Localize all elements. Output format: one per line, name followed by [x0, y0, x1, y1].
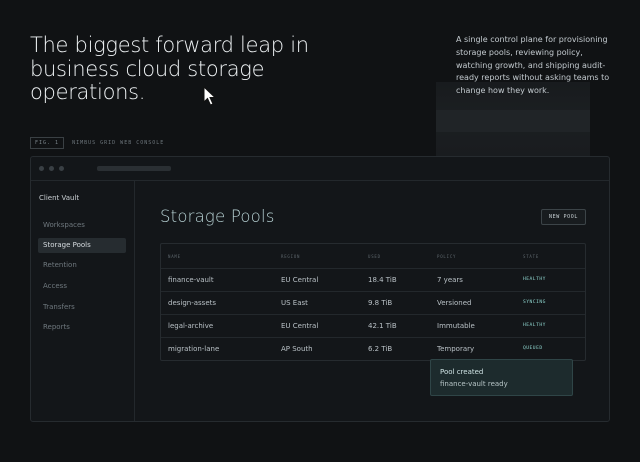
table-row[interactable]: finance-vault EU Central 18.4 TiB 7 year… [161, 268, 585, 291]
hero-title: The biggest forward leap in business clo… [30, 33, 309, 104]
pool-policy: Temporary [437, 345, 475, 353]
toast-title: Pool created [440, 368, 484, 376]
figure-tag: FIG. 1 [30, 137, 65, 149]
pool-region: AP South [281, 345, 313, 353]
storage-pools-table: NAME REGION USED POLICY STATE finance-va… [160, 243, 586, 361]
window-dot-icon [49, 166, 54, 171]
sidebar-item-reports[interactable]: Reports [38, 320, 126, 335]
table-row[interactable]: design-assets US East 9.8 TiB Versioned … [161, 291, 585, 314]
window-titlebar [31, 157, 609, 181]
page-title: Storage Pools [160, 207, 275, 226]
background-blur-band [436, 110, 590, 132]
sidebar-item-transfers[interactable]: Transfers [38, 300, 126, 315]
column-header-used[interactable]: USED [368, 254, 381, 259]
sidebar-item-access[interactable]: Access [38, 279, 126, 294]
pool-policy: Versioned [437, 299, 472, 307]
status-badge: QUEUED [523, 346, 543, 351]
status-badge: HEALTHY [523, 277, 546, 282]
toast-notification[interactable]: Pool created finance-vault ready [430, 359, 573, 396]
sidebar-item-storage-pools[interactable]: Storage Pools [38, 238, 126, 253]
column-header-name[interactable]: NAME [168, 254, 181, 259]
pool-name: migration-lane [168, 345, 220, 353]
table-row[interactable]: migration-lane AP South 6.2 TiB Temporar… [161, 337, 585, 360]
figure-label: NIMBUS GRID WEB CONSOLE [72, 140, 165, 146]
window-dot-icon [39, 166, 44, 171]
pool-region: EU Central [281, 276, 319, 284]
pool-name: finance-vault [168, 276, 214, 284]
figure-caption: FIG. 1 NIMBUS GRID WEB CONSOLE [30, 137, 164, 149]
toast-message: finance-vault ready [440, 380, 508, 388]
table-header: NAME REGION USED POLICY STATE [161, 244, 585, 268]
column-header-region[interactable]: REGION [281, 254, 300, 259]
column-header-policy[interactable]: POLICY [437, 254, 456, 259]
console-window: Client Vault Workspaces Storage Pools Re… [30, 156, 610, 422]
pool-used: 6.2 TiB [368, 345, 393, 353]
status-badge: SYNCING [523, 300, 546, 305]
pool-policy: Immutable [437, 322, 475, 330]
sidebar-item-retention[interactable]: Retention [38, 258, 126, 273]
window-dot-icon [59, 166, 64, 171]
column-header-state[interactable]: STATE [523, 254, 539, 259]
mouse-pointer-icon [203, 86, 217, 106]
address-bar[interactable] [97, 166, 171, 171]
pool-region: EU Central [281, 322, 319, 330]
hero-description: A single control plane for provisioning … [456, 35, 610, 96]
pool-used: 9.8 TiB [368, 299, 393, 307]
new-pool-button[interactable]: NEW POOL [541, 209, 586, 225]
sidebar-item-workspaces[interactable]: Workspaces [38, 218, 126, 233]
pool-policy: 7 years [437, 276, 463, 284]
workspace-name: Client Vault [39, 194, 80, 202]
pool-used: 42.1 TiB [368, 322, 397, 330]
status-badge: HEALTHY [523, 323, 546, 328]
pool-name: legal-archive [168, 322, 214, 330]
pool-used: 18.4 TiB [368, 276, 397, 284]
table-row[interactable]: legal-archive EU Central 42.1 TiB Immuta… [161, 314, 585, 337]
sidebar: Client Vault Workspaces Storage Pools Re… [31, 181, 135, 421]
pool-region: US East [281, 299, 308, 307]
pool-name: design-assets [168, 299, 217, 307]
